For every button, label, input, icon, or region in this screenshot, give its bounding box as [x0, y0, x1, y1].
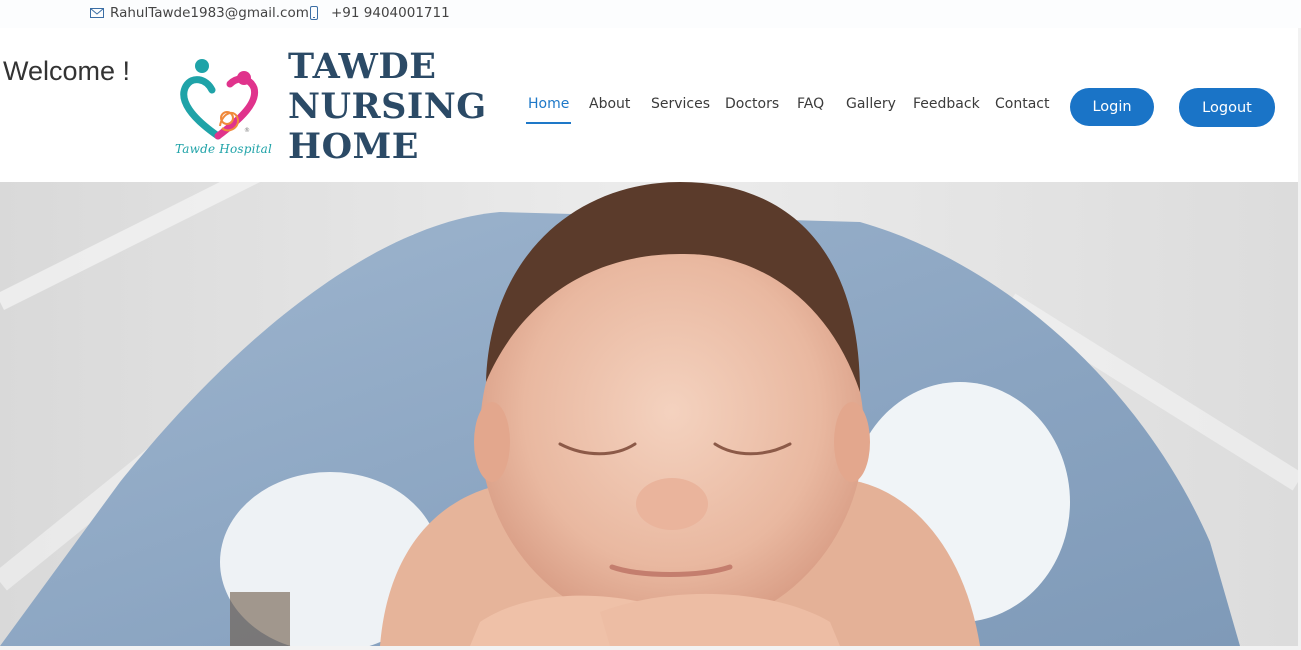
phone-text[interactable]: +91 9404001711 — [331, 5, 450, 21]
login-button[interactable]: Login — [1070, 88, 1154, 126]
phone-contact[interactable]: +91 9404001711 — [307, 5, 450, 21]
nav-services[interactable]: Services — [651, 96, 710, 112]
nav-faq[interactable]: FAQ — [797, 96, 824, 112]
logo-caption: Tawde Hospital — [175, 142, 273, 156]
svg-text:®: ® — [244, 127, 250, 134]
logout-button[interactable]: Logout — [1179, 88, 1275, 127]
nav-home[interactable]: Home — [525, 96, 572, 124]
brand-line-3: HOME — [288, 126, 419, 167]
site-header: Welcome ! ® Tawde Hospital TAWDE NURSING… — [0, 28, 1298, 182]
email-contact[interactable]: RahulTawde1983@gmail.com — [90, 5, 309, 21]
email-text[interactable]: RahulTawde1983@gmail.com — [110, 5, 309, 21]
nav-contact[interactable]: Contact — [995, 96, 1049, 112]
hospital-logo[interactable]: ® Tawde Hospital — [172, 56, 272, 160]
brand-line-1: TAWDE — [288, 46, 437, 87]
brand-name[interactable]: TAWDE NURSING HOME — [288, 47, 488, 167]
mobile-phone-icon — [307, 6, 321, 20]
hero-banner-image — [0, 182, 1298, 646]
nav-doctors[interactable]: Doctors — [725, 96, 779, 112]
page-bottom-edge — [0, 646, 1301, 650]
brand-line-2: NURSING — [288, 86, 487, 127]
nav-about[interactable]: About — [589, 96, 630, 112]
nav-feedback[interactable]: Feedback — [913, 96, 980, 112]
contact-bar: RahulTawde1983@gmail.com +91 9404001711 — [0, 0, 1301, 28]
envelope-icon — [90, 6, 104, 20]
welcome-message: Welcome ! — [3, 56, 131, 86]
nav-gallery[interactable]: Gallery — [846, 96, 896, 112]
